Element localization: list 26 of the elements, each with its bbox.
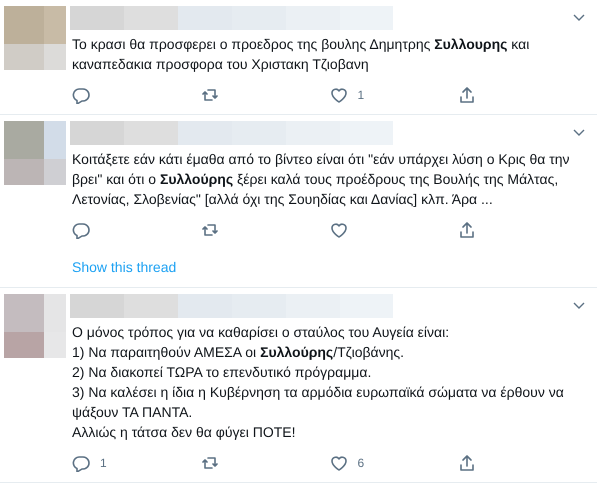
retweet-icon[interactable] [200, 454, 219, 472]
caret-icon[interactable] [573, 129, 585, 137]
like-count: 1 [358, 88, 364, 102]
reply-icon[interactable] [72, 221, 90, 239]
tweet-text: Το κρασι θα προσφερει ο προεδρος της βουλης Δημητρης Συλλουρης και καναπεδακια προσφορα του Χριστακη Τζιοβανη [72, 35, 530, 74]
show-thread-link[interactable]: Show this thread [70, 259, 176, 275]
tweet-text: 2) Να διακοπεί ΤΩΡΑ το επενδυτικό πρόγραμμα. [72, 363, 372, 382]
caret-icon[interactable] [573, 302, 585, 310]
like-count: 6 [358, 456, 364, 470]
share-icon[interactable] [458, 86, 476, 104]
reply-icon[interactable] [72, 454, 90, 472]
tweet-text: Αλλιώς η τάτσα δεν θα φύγει ΠΟΤΕ! [72, 423, 297, 442]
share-icon[interactable] [458, 221, 476, 239]
tweet-text: 1) Να παραιτηθούν ΑΜΕΣΑ οι Συλλούρης/Τζιοβάνης. [72, 343, 406, 362]
caret-icon[interactable] [573, 14, 585, 22]
reply-icon[interactable] [72, 86, 90, 104]
tweet-text: Κοιτάξετε εάν κάτι έμαθα από το βίντεο είναι ότι "εάν υπάρχει λύση ο Κρις θα την βρει" και ότι ο Συλλούρης ξέρει καλά τους προέδρους της Βουλής της Μάλτας, Λετονίας, Σλοβενίας" [αλλά όχι της Σουηδίας και Δανίας] κλπ. Άρα ... [72, 150, 571, 209]
tweet-text: Ο μόνος τρόπος για να καθαρίσει ο σταύλος του Αυγεία είναι: [72, 323, 450, 342]
retweet-icon[interactable] [200, 221, 219, 239]
reply-count: 1 [100, 456, 107, 470]
tweet-text: 3) Να καλέσει η ίδια η Κυβέρνηση τα αρμόδια ευρωπαϊκά σώματα να έρθουν να ψάξουν ΤΑ ΠΑΝΤΑ. [72, 383, 565, 422]
heart-icon[interactable] [330, 221, 348, 239]
share-icon[interactable] [458, 454, 476, 472]
retweet-icon[interactable] [200, 86, 219, 104]
heart-icon[interactable] [330, 86, 348, 104]
heart-icon[interactable] [330, 454, 348, 472]
